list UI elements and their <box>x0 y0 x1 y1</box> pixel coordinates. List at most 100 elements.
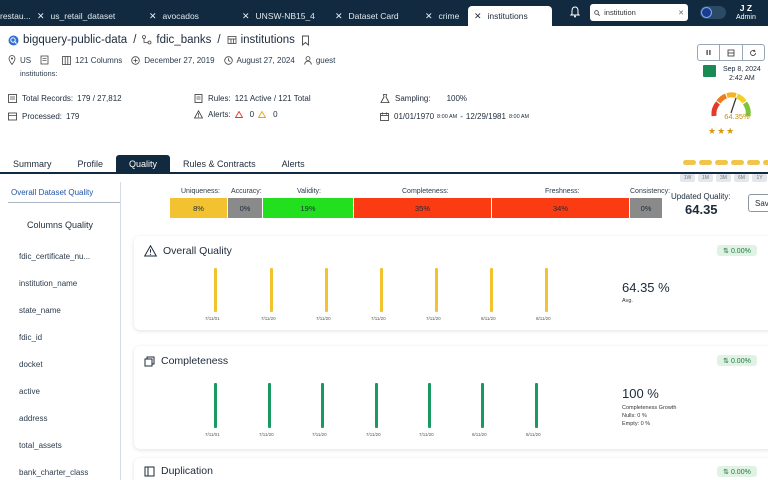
loading-indicator <box>683 160 768 165</box>
processed-icon <box>8 112 17 121</box>
breadcrumb-project[interactable]: bigquery-public-data <box>23 34 127 46</box>
critical-alert-count: 0 <box>249 110 255 119</box>
tab-restaurants[interactable]: restau... <box>0 6 31 26</box>
tab-crime[interactable]: ✕ crime <box>425 6 459 26</box>
created-icon <box>131 55 140 65</box>
sparkline-bar <box>321 383 324 428</box>
completeness-growth-caption: Completeness Growth <box>622 405 677 411</box>
period-button[interactable]: 6M <box>734 174 749 182</box>
period-button[interactable]: 1W <box>680 174 695 182</box>
main-tabs: Summary Profile Quality Rules & Contract… <box>0 155 318 172</box>
sparkline-bar <box>325 268 328 312</box>
document-icon[interactable] <box>40 55 49 65</box>
theme-toggle[interactable] <box>700 6 726 19</box>
uniqueness-label: Uniqueness: <box>181 188 220 195</box>
empty-value: Empty: 0 % <box>622 421 651 427</box>
close-icon[interactable]: ✕ <box>474 11 482 22</box>
sparkline-bar <box>545 268 548 312</box>
tab-us-retail-dataset[interactable]: ✕ us_retail_dataset <box>37 6 115 26</box>
period-button[interactable]: 1Y <box>752 174 767 182</box>
updated-quality-label: Updated Quality: <box>671 192 731 201</box>
close-icon[interactable]: ✕ <box>425 11 433 22</box>
pause-button[interactable] <box>698 45 721 60</box>
breadcrumb: bigquery-public-data / fdic_banks / inst… <box>8 34 314 46</box>
close-icon[interactable]: ✕ <box>335 11 343 22</box>
consistency-label: Consistency: <box>630 188 671 195</box>
column-item[interactable]: bank_charter_class <box>19 468 99 477</box>
nulls-value: Nulls: 0 % <box>622 413 647 419</box>
sparkline-bar <box>380 268 383 312</box>
clear-search-icon[interactable]: ✕ <box>678 9 684 17</box>
period-selector: 1W 1M 3M 6M 1Y <box>680 174 767 182</box>
sparkline-bar <box>214 268 217 312</box>
tab-rules-contracts[interactable]: Rules & Contracts <box>170 155 269 172</box>
tab-unsw-nb15[interactable]: ✕ UNSW-NB15_4 <box>242 6 315 26</box>
bookmark-icon[interactable] <box>301 35 310 46</box>
column-item[interactable]: state_name <box>19 306 99 315</box>
grid-icon <box>727 49 735 56</box>
sparkline-date: 7/11/20 <box>312 432 327 437</box>
column-item[interactable]: docket <box>19 360 99 369</box>
tab-quality[interactable]: Quality <box>116 155 171 172</box>
search-input[interactable] <box>604 8 677 17</box>
close-icon[interactable]: ✕ <box>242 11 250 22</box>
processed-stat: Processed: 179 <box>8 112 79 121</box>
breadcrumb-table: institutions <box>240 34 295 46</box>
table-meta: US 121 Columns December 27, 2019 August … <box>8 55 344 65</box>
location-icon <box>8 55 16 65</box>
accuracy-segment[interactable]: 0% <box>228 198 263 218</box>
grid-view-button[interactable] <box>720 45 743 60</box>
completeness-segment[interactable]: 35% <box>354 198 492 218</box>
sparkline-bar <box>490 268 493 312</box>
duplication-card <box>134 458 768 480</box>
date-range-stat: 01/01/1970 8:00 AM - 12/29/1981 8:00 AM <box>380 112 529 121</box>
period-button[interactable]: 1M <box>698 174 713 182</box>
uniqueness-segment[interactable]: 8% <box>170 198 228 218</box>
overall-dataset-quality-link[interactable]: Overall Dataset Quality <box>11 188 93 197</box>
consistency-segment[interactable]: 0% <box>630 198 663 218</box>
sparkline-bar <box>435 268 438 312</box>
user-menu[interactable]: J Z Admin <box>736 4 756 22</box>
column-item[interactable]: fdic_id <box>19 333 99 342</box>
column-item[interactable]: active <box>19 387 99 396</box>
column-item[interactable]: fdic_certificate_nu... <box>19 252 99 261</box>
sparkline-date: 7/11/20 <box>371 316 386 321</box>
updated-date: August 27, 2024 <box>236 55 295 65</box>
bell-icon[interactable] <box>570 6 580 18</box>
sparkline-date: 7/11/20 <box>366 432 381 437</box>
column-item[interactable]: address <box>19 414 99 423</box>
institutions-tag[interactable]: institutions: <box>20 69 58 78</box>
sparkline-date: 8/11/20 <box>481 316 496 321</box>
period-button[interactable]: 3M <box>716 174 731 182</box>
breadcrumb-dataset[interactable]: fdic_banks <box>156 34 211 46</box>
tab-alerts[interactable]: Alerts <box>269 155 318 172</box>
save-button[interactable]: Save <box>748 194 768 212</box>
validity-segment[interactable]: 19% <box>263 198 354 218</box>
tab-summary[interactable]: Summary <box>0 155 65 172</box>
overall-quality-title: Overall Quality <box>144 245 232 257</box>
tab-avocados[interactable]: ✕ avocados <box>149 6 199 26</box>
user-icon <box>304 55 312 65</box>
close-icon[interactable]: ✕ <box>37 11 45 22</box>
sparkline-date: 8/11/20 <box>536 316 551 321</box>
completeness-title: Completeness <box>144 355 228 367</box>
search-icon <box>594 9 601 16</box>
refresh-button[interactable] <box>743 45 764 60</box>
accuracy-label: Accuracy: <box>231 188 262 195</box>
column-item[interactable]: total_assets <box>19 441 99 450</box>
completeness-icon <box>144 356 155 366</box>
freshness-segment[interactable]: 34% <box>492 198 630 218</box>
search-box: ✕ <box>590 4 688 21</box>
column-item[interactable]: institution_name <box>19 279 99 288</box>
tab-institutions[interactable]: ✕ institutions <box>468 6 552 26</box>
freshness-label: Freshness: <box>545 188 580 195</box>
total-records-stat: Total Records: 179 / 27,812 <box>8 94 122 103</box>
sparkline-bar <box>375 383 378 428</box>
calendar-icon <box>380 112 389 121</box>
rules-stat: Rules: 121 Active / 121 Total <box>194 94 311 103</box>
close-icon[interactable]: ✕ <box>149 11 157 22</box>
tab-profile[interactable]: Profile <box>65 155 117 172</box>
tab-dataset-card[interactable]: ✕ Dataset Card <box>335 6 399 26</box>
sparkline-date: 8/11/20 <box>526 432 541 437</box>
sparkline-bar <box>270 268 273 312</box>
